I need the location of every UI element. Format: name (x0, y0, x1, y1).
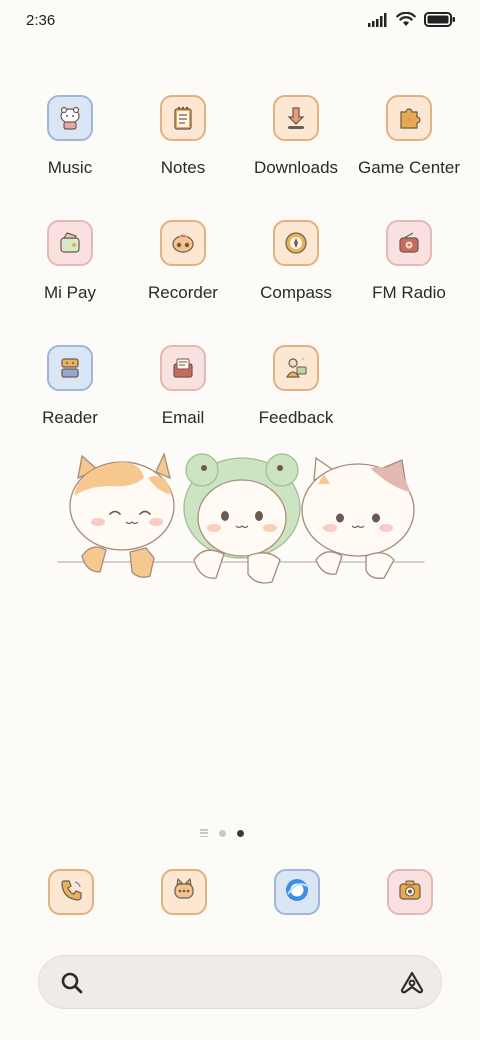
recorder-icon (160, 220, 206, 266)
page-dot-active (237, 829, 244, 837)
app-notes[interactable]: Notes (127, 95, 239, 178)
dock-browser[interactable] (274, 869, 320, 915)
orange-cat (69, 452, 175, 578)
page-indicator[interactable] (200, 829, 244, 837)
music-icon (47, 95, 93, 141)
browser-icon (282, 875, 312, 910)
feedback-icon (273, 345, 319, 391)
dock-camera[interactable] (387, 869, 433, 915)
game-center-icon (386, 95, 432, 141)
app-label: Feedback (258, 408, 334, 427)
email-icon (160, 345, 206, 391)
status-icons (368, 12, 456, 27)
fm-radio-icon (386, 220, 432, 266)
app-label: FM Radio (372, 283, 446, 302)
status-bar: 2:36 (0, 0, 480, 42)
app-label: Reader (42, 408, 98, 427)
app-compass[interactable]: Compass (240, 220, 352, 303)
reader-icon (47, 345, 93, 391)
app-recorder[interactable]: Recorder (127, 220, 239, 303)
notes-icon (160, 95, 206, 141)
page-dot (219, 829, 226, 837)
app-label: Game Center (357, 158, 461, 177)
app-feedback[interactable]: Feedback (240, 345, 352, 428)
app-music[interactable]: Music (14, 95, 126, 178)
app-email[interactable]: Email (127, 345, 239, 428)
signal-icon (368, 12, 388, 27)
frog-hat-cat (183, 453, 301, 584)
app-label: Compass (260, 283, 332, 302)
mi-pay-icon (47, 220, 93, 266)
battery-icon (424, 12, 456, 27)
search-icon[interactable] (59, 970, 85, 1001)
app-label: Recorder (148, 283, 218, 302)
downloads-icon (273, 95, 319, 141)
page-list-icon (200, 829, 208, 837)
dock-messages[interactable] (161, 869, 207, 915)
app-label: Email (161, 408, 205, 427)
camera-icon (395, 875, 425, 910)
messages-icon (169, 875, 199, 910)
app-label: Music (47, 158, 93, 177)
search-bar[interactable] (38, 955, 442, 1009)
app-label: Notes (160, 158, 206, 177)
status-time: 2:36 (26, 12, 56, 29)
dock-phone[interactable] (48, 869, 94, 915)
app-downloads[interactable]: Downloads (240, 95, 352, 178)
app-reader[interactable]: Reader (14, 345, 126, 428)
app-label: Downloads (253, 158, 339, 177)
assistant-icon[interactable] (399, 970, 425, 1001)
phone-icon (56, 875, 86, 910)
app-label: Mi Pay (44, 283, 96, 302)
white-cat (301, 456, 415, 579)
cats-illustration (52, 448, 432, 593)
compass-icon (273, 220, 319, 266)
app-game-center[interactable]: Game Center (353, 95, 465, 178)
app-mi-pay[interactable]: Mi Pay (14, 220, 126, 303)
wifi-icon (396, 12, 416, 27)
app-fm-radio[interactable]: FM Radio (353, 220, 465, 303)
